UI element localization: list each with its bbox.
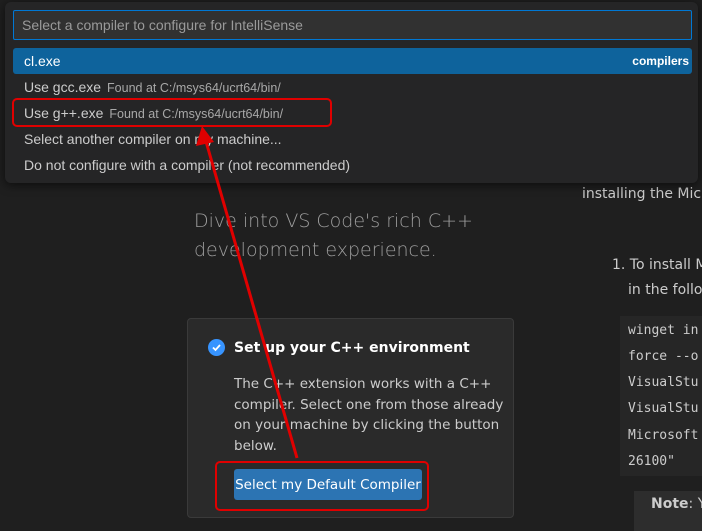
quick-pick-item-no-compiler[interactable]: Do not configure with a compiler (not re… bbox=[13, 152, 692, 178]
code-block bbox=[620, 316, 702, 476]
card-description: The C++ extension works with a C++ compi… bbox=[234, 376, 504, 454]
compiler-quick-pick: Select a compiler to configure for Intel… bbox=[5, 2, 698, 183]
item-label: Do not configure with a compiler (not re… bbox=[24, 157, 351, 173]
note-text: : Y bbox=[688, 496, 702, 512]
code-line: VisualStu bbox=[628, 401, 699, 416]
annotation-highlight-button bbox=[215, 461, 429, 511]
code-line: VisualStu bbox=[628, 375, 699, 390]
code-line: winget in bbox=[628, 323, 699, 338]
item-label: cl.exe bbox=[24, 53, 61, 69]
annotation-highlight-gpp bbox=[12, 98, 332, 127]
item-label: Select another compiler on my machine... bbox=[24, 131, 282, 147]
doc-step-1: 1. To install M bbox=[612, 257, 702, 273]
code-line: force --o bbox=[628, 349, 699, 364]
check-icon bbox=[208, 339, 225, 356]
item-label: Use gcc.exe bbox=[24, 79, 102, 95]
quick-pick-item-select-another[interactable]: Select another compiler on my machine... bbox=[13, 126, 692, 152]
code-line: Microsoft bbox=[628, 428, 699, 443]
card-title: Set up your C++ environment bbox=[234, 340, 470, 356]
note-label: Note bbox=[651, 496, 689, 512]
code-line: 26100" bbox=[628, 454, 675, 469]
compiler-search-input[interactable]: Select a compiler to configure for Intel… bbox=[13, 10, 692, 40]
doc-line: installing the Micro bbox=[582, 186, 702, 202]
welcome-heading: Dive into VS Code's rich C++ development… bbox=[194, 210, 473, 261]
item-detail: Found at C:/msys64/ucrt64/bin/ bbox=[107, 81, 281, 95]
doc-note: Note: Y bbox=[651, 496, 702, 512]
doc-step-1-cont: in the follov bbox=[628, 282, 702, 298]
item-category-badge: compilers bbox=[632, 54, 689, 68]
quick-pick-item-cl[interactable]: cl.exe compilers bbox=[13, 48, 692, 74]
quick-pick-item-gcc[interactable]: Use gcc.exe Found at C:/msys64/ucrt64/bin… bbox=[13, 74, 692, 100]
